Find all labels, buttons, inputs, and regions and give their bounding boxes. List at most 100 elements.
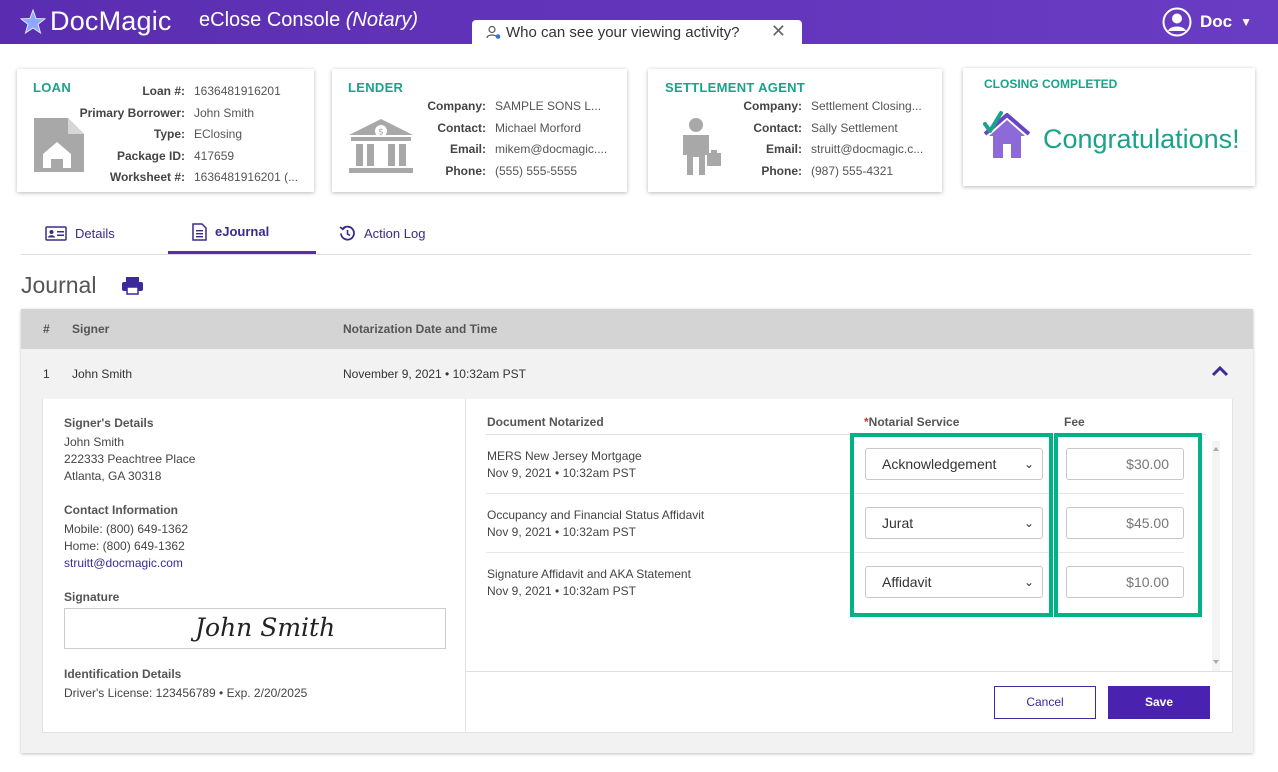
document-date: Nov 9, 2021 • 10:32am PST [487,525,636,539]
lender-row: Phone: (555) 555-5555 [372,161,609,183]
save-button[interactable]: Save [1108,686,1210,719]
docmagic-logo[interactable]: DocMagic [20,6,172,37]
document-icon [192,222,207,241]
cancel-button[interactable]: Cancel [994,686,1096,719]
loan-value: John Smith [194,105,255,120]
loan-card-title: LOAN [33,80,72,95]
console-title: eClose Console (Notary) [199,9,418,32]
notarial-service-value: Affidavit [882,574,932,590]
id-card-icon [45,225,67,241]
tab-details[interactable]: Details [45,212,155,254]
identification-heading: Identification Details [64,667,182,681]
loan-value: EClosing [194,127,243,141]
console-title-text: eClose Console [199,9,341,31]
column-signer: Signer [72,322,110,336]
column-notarial-service: *Notarial Service [864,415,959,429]
row-signer: John Smith [72,367,133,381]
contact-info-heading: Contact Information [64,503,178,517]
lender-label: Company: [427,99,486,113]
signer-address-line2: Atlanta, GA 30318 [64,469,162,483]
loan-row: Type: EClosing [77,124,312,146]
loan-label: Worksheet #: [109,170,185,184]
loan-label: Loan #: [142,84,185,98]
agent-row: Phone: (987) 555-4321 [688,161,929,183]
notarial-service-select[interactable]: Affidavit ⌄ [865,566,1043,598]
user-avatar-icon [1162,7,1192,37]
notarial-service-value: Acknowledgement [882,456,997,472]
loan-card: LOAN Loan #: 1636481916201 Primary Borrow… [17,69,314,192]
row-date: November 9, 2021 • 10:32am PST [343,367,526,381]
loan-label: Package ID: [116,148,185,163]
chevron-up-icon[interactable] [1211,365,1229,377]
chevron-down-icon: ▼ [1240,15,1252,29]
close-icon[interactable]: ✕ [771,21,786,42]
agent-row: Company: Settlement Closing... [688,96,929,118]
tab-bar: Details eJournal Action Log [21,212,1251,255]
notarial-service-select[interactable]: Jurat ⌄ [865,507,1043,539]
privacy-tab[interactable]: Who can see your viewing activity? ✕ [472,20,802,44]
agent-value: Settlement Closing... [811,99,922,113]
tab-action-log[interactable]: Action Log [339,212,469,254]
fee-input[interactable]: $30.00 [1066,448,1184,480]
journal-title: Journal [21,272,97,298]
loan-value: 1636481916201 (... [194,170,299,184]
lender-value: mikem@docmagic.... [495,142,608,156]
table-row[interactable]: 1 John Smith November 9, 2021 • 10:32am … [21,349,1253,399]
user-menu[interactable]: Doc ▼ [1162,7,1252,37]
fee-input[interactable]: $10.00 [1066,566,1184,598]
chevron-down-icon: ⌄ [1023,575,1034,589]
journal-row-details: Signer's Details John Smith 222333 Peach… [21,399,1253,753]
signature-heading: Signature [64,590,120,604]
tab-ejournal-label: eJournal [215,224,270,239]
lender-row: Email: mikem@docmagic.... [372,139,609,161]
column-number: # [43,322,50,336]
documents-scrollbar[interactable] [1212,441,1220,671]
list-item: Occupancy and Financial Status Affidavit… [486,494,1184,553]
lender-label: Contact: [437,120,486,135]
column-notarial-service-label: Notarial Service [868,415,960,429]
loan-row: Package ID: 417659 [77,146,312,168]
signature-image: John Smith [195,613,336,642]
user-name: Doc [1199,12,1233,31]
journal-table-header: # Signer Notarization Date and Time [21,309,1253,349]
lender-details: Company: SAMPLE SONS L... Contact: Michael… [372,96,609,182]
notarial-service-select[interactable]: Acknowledgement ⌄ [865,448,1043,480]
lender-card-title: LENDER [348,80,404,95]
tab-ejournal[interactable]: eJournal [168,212,316,254]
agent-row: Email: struitt@docmagic.c... [688,139,929,161]
loan-value: 1636481916201 [194,84,281,98]
document-date: Nov 9, 2021 • 10:32am PST [487,584,636,598]
agent-label: Phone: [761,163,802,178]
agent-label: Company: [743,99,802,113]
star-logo-icon [20,8,46,34]
settlement-agent-card: SETTLEMENT AGENT Company: Settlement Clos… [648,69,942,192]
lender-row: Contact: Michael Morford [372,118,609,140]
agent-value: (987) 555-4321 [811,163,894,178]
document-name: MERS New Jersey Mortgage [487,449,642,463]
closing-status-title: CLOSING COMPLETED [984,77,1118,91]
signer-name: John Smith [64,435,125,449]
printer-icon[interactable] [121,276,144,295]
agent-label: Contact: [753,120,802,135]
loan-value: 417659 [194,148,235,163]
loan-label: Primary Borrower: [79,105,185,120]
agent-label: Email: [765,142,802,156]
chevron-down-icon: ⌄ [1023,516,1034,530]
signer-address-line1: 222333 Peachtree Place [64,452,196,466]
signer-email-link[interactable]: struitt@docmagic.com [64,555,183,572]
column-document-notarized: Document Notarized [487,415,604,429]
lender-label: Phone: [445,163,486,178]
tab-action-log-label: Action Log [364,225,426,241]
settlement-agent-title: SETTLEMENT AGENT [665,80,806,95]
journal-table: # Signer Notarization Date and Time 1 Jo… [21,309,1253,753]
signer-home-phone: Home: (800) 649-1362 [64,539,185,553]
fee-input[interactable]: $45.00 [1066,507,1184,539]
column-fee: Fee [1064,415,1085,429]
lender-row: Company: SAMPLE SONS L... [372,96,609,118]
tab-details-label: Details [75,225,115,241]
loan-row: Loan #: 1636481916201 [77,81,312,103]
lender-card: LENDER $ Company: SAMPLE SONS L... Contac… [332,69,627,192]
settlement-agent-details: Company: Settlement Closing... Contact: Sa… [688,96,929,182]
agent-row: Contact: Sally Settlement [688,118,929,140]
signer-details-heading: Signer's Details [64,416,154,430]
